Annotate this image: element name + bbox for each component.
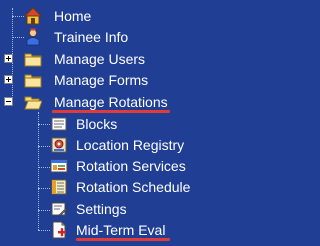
expand-toggle-manage-users[interactable] bbox=[4, 54, 13, 63]
nav-item-label: Manage Forms bbox=[54, 72, 149, 88]
selection-underline bbox=[76, 238, 170, 241]
nav-item-label: Trainee Info bbox=[54, 29, 129, 45]
nav-item-home[interactable]: Home bbox=[0, 6, 120, 26]
nav-item-label: Manage Rotations bbox=[54, 94, 168, 110]
blocks-icon bbox=[51, 117, 67, 131]
tree-connector bbox=[38, 112, 39, 230]
folder-icon bbox=[24, 74, 42, 88]
collapse-toggle-manage-rotations[interactable] bbox=[4, 97, 13, 106]
folder-icon bbox=[24, 53, 42, 67]
location-registry-icon bbox=[51, 137, 67, 153]
rotation-services-icon bbox=[50, 159, 68, 173]
expand-toggle-manage-forms[interactable] bbox=[4, 75, 13, 84]
nav-item-blocks[interactable]: Blocks bbox=[46, 114, 166, 134]
home-icon bbox=[24, 7, 42, 25]
navigation-tree: Home Trainee Info Manage Users Manage Fo… bbox=[0, 0, 267, 246]
nav-item-label: Home bbox=[54, 8, 92, 24]
nav-item-manage-rotations[interactable]: Manage Rotations bbox=[20, 92, 180, 112]
selection-underline bbox=[52, 110, 170, 113]
nav-item-rotation-schedule[interactable]: Rotation Schedule bbox=[46, 177, 206, 197]
nav-item-mid-term-eval[interactable]: Mid-Term Eval bbox=[46, 220, 186, 240]
settings-icon bbox=[51, 202, 68, 217]
nav-item-trainee-info[interactable]: Trainee Info bbox=[0, 27, 140, 47]
nav-item-label: Rotation Services bbox=[76, 158, 186, 174]
person-icon bbox=[26, 28, 40, 46]
nav-item-location-registry[interactable]: Location Registry bbox=[46, 135, 206, 155]
nav-item-label: Mid-Term Eval bbox=[76, 222, 166, 238]
nav-item-label: Location Registry bbox=[76, 137, 185, 153]
nav-item-label: Manage Users bbox=[54, 51, 146, 67]
rotation-schedule-icon bbox=[51, 179, 67, 195]
nav-item-label: Rotation Schedule bbox=[76, 179, 191, 195]
mid-term-eval-icon bbox=[52, 221, 66, 239]
nav-item-settings[interactable]: Settings bbox=[46, 199, 166, 219]
nav-item-manage-forms[interactable]: Manage Forms bbox=[20, 70, 160, 90]
nav-item-label: Blocks bbox=[76, 116, 118, 132]
nav-item-manage-users[interactable]: Manage Users bbox=[20, 49, 160, 69]
folder-open-icon bbox=[24, 96, 42, 110]
nav-item-label: Settings bbox=[76, 201, 127, 217]
nav-item-rotation-services[interactable]: Rotation Services bbox=[46, 156, 206, 176]
